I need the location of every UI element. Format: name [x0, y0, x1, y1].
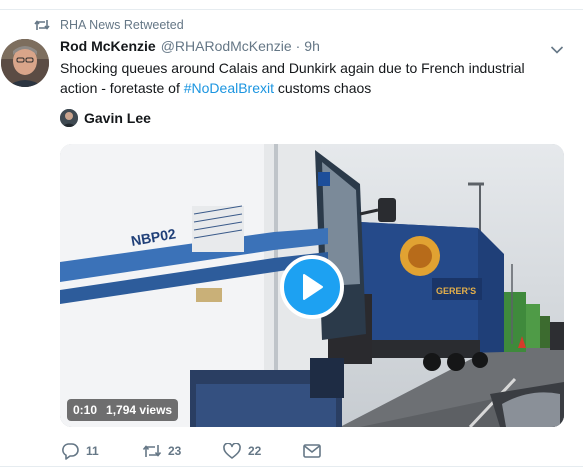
tweet-text-part: customs chaos [274, 80, 372, 96]
bottom-divider [0, 466, 583, 467]
play-icon [303, 274, 323, 300]
like-count: 22 [248, 444, 262, 458]
reply-count: 11 [86, 444, 99, 458]
chevron-down-icon[interactable] [550, 42, 564, 54]
video-duration: 0:10 [73, 403, 98, 417]
reply-icon [60, 441, 80, 461]
like-button[interactable]: 22 [222, 441, 261, 461]
tweet-timestamp[interactable]: 9h [304, 38, 320, 54]
quoted-author-name: Gavin Lee [84, 110, 151, 126]
direct-message-button[interactable] [302, 441, 328, 461]
video-views: 1,794 views [106, 403, 173, 417]
top-divider [0, 9, 583, 10]
envelope-icon [302, 441, 322, 461]
tweet-header: Rod McKenzie @RHARodMcKenzie · 9h [60, 38, 320, 56]
retweet-label: RHA News Retweeted [60, 18, 184, 32]
author-avatar[interactable] [1, 39, 49, 87]
author-name[interactable]: Rod McKenzie [60, 38, 156, 54]
play-button[interactable] [280, 255, 344, 319]
hashtag-link[interactable]: #NoDealBrexit [184, 80, 274, 96]
quoted-author-avatar [60, 109, 78, 127]
heart-icon [222, 441, 242, 461]
tweet-text: Shocking queues around Calais and Dunkir… [60, 58, 540, 98]
author-handle[interactable]: @RHARodMcKenzie [161, 38, 292, 54]
retweet-icon [34, 18, 52, 32]
trailer-logo-text: GERER'S [436, 286, 476, 296]
reply-button[interactable]: 11 [60, 441, 99, 461]
video-meta-badge: 0:10 1,794 views [67, 399, 179, 421]
retweet-count: 23 [168, 444, 182, 458]
retweet-context[interactable]: RHA News Retweeted [34, 16, 184, 34]
quoted-author[interactable]: Gavin Lee [60, 108, 151, 128]
header-separator: · [295, 38, 301, 54]
video-player[interactable]: GERER'S NBP02 0:10 1,794 views [60, 144, 564, 427]
retweet-button[interactable]: 23 [142, 441, 181, 461]
retweet-icon [142, 441, 162, 461]
